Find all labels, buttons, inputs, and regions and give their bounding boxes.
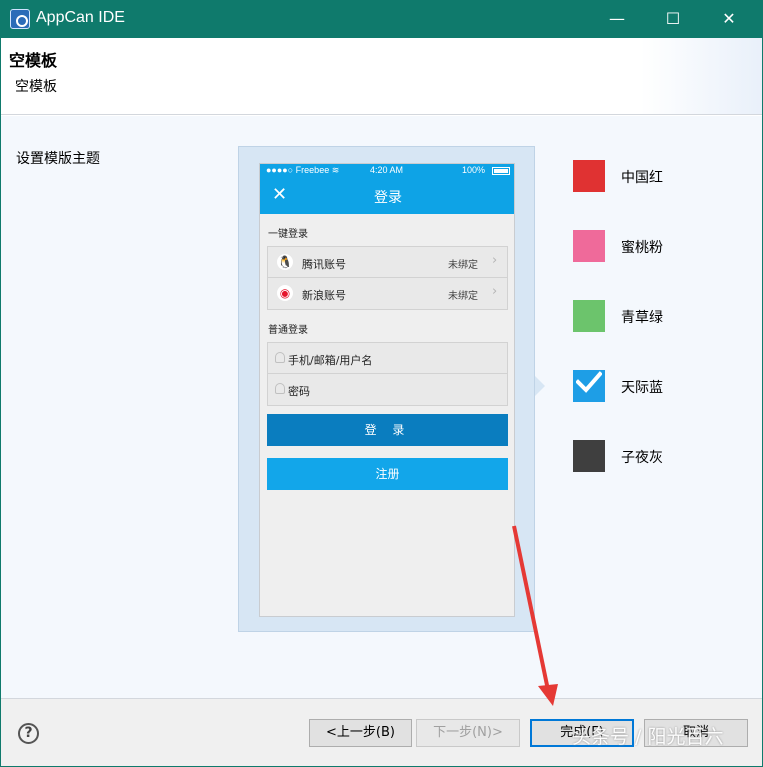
page-subtitle: 空模板	[15, 79, 57, 95]
appcan-logo-icon	[10, 9, 30, 29]
theme-label-blue: 天际蓝	[621, 380, 663, 396]
page-title: 空模板	[9, 51, 58, 70]
wizard-header: 空模板 空模板	[1, 38, 762, 115]
color-swatch	[573, 300, 605, 332]
watermark: 头条号 / 阳光百六	[572, 726, 724, 748]
maximize-button[interactable]: ☐	[646, 0, 700, 38]
preview-register-button: 注册	[267, 458, 508, 490]
phone-preview: ●●●●○ Freebee ≋ 4:20 AM 100% ✕ 登录 一键登录 🐧…	[259, 163, 515, 617]
weibo-icon: ◉	[277, 285, 293, 301]
list-item: ◉ 新浪账号 未绑定 ›	[268, 278, 507, 309]
login-form: 手机/邮箱/用户名 密码	[267, 342, 508, 406]
password-field: 密码	[268, 374, 507, 405]
theme-setting-label: 设置模版主题	[16, 151, 100, 167]
title-bar: AppCan IDE — ☐ ✕	[0, 0, 763, 38]
list-item: 🐧 腾讯账号 未绑定 ›	[268, 247, 507, 278]
wizard-content: 设置模版主题 ●●●●○ Freebee ≋ 4:20 AM 100% ✕ 登录…	[1, 116, 762, 698]
theme-label-red: 中国红	[621, 170, 663, 186]
close-button[interactable]: ✕	[702, 0, 756, 38]
status-battery-text: 100%	[462, 165, 486, 175]
account-status: 未绑定	[448, 291, 478, 302]
quick-login-label: 一键登录	[268, 229, 308, 240]
username-field: 手机/邮箱/用户名	[268, 343, 507, 374]
account-list: 🐧 腾讯账号 未绑定 › ◉ 新浪账号 未绑定 ›	[267, 246, 508, 310]
account-status: 未绑定	[448, 260, 478, 271]
account-label: 新浪账号	[302, 289, 346, 302]
status-carrier: ●●●●○ Freebee ≋	[266, 165, 340, 175]
color-swatch	[573, 160, 605, 192]
battery-icon	[492, 167, 510, 175]
checkmark-icon	[576, 371, 602, 393]
theme-preview: ●●●●○ Freebee ≋ 4:20 AM 100% ✕ 登录 一键登录 🐧…	[238, 146, 535, 632]
minimize-button[interactable]: —	[590, 0, 644, 38]
back-button[interactable]: <上一步(B)	[309, 719, 412, 747]
username-placeholder: 手机/邮箱/用户名	[288, 354, 373, 367]
status-time: 4:20 AM	[370, 165, 404, 175]
theme-label-pink: 蜜桃粉	[621, 240, 663, 256]
chevron-right-icon: ›	[492, 284, 498, 299]
theme-label-gray: 子夜灰	[621, 450, 663, 466]
window-title: AppCan IDE	[36, 9, 125, 26]
help-icon[interactable]: ?	[18, 723, 39, 744]
chevron-right-icon: ›	[492, 253, 498, 268]
phone-nav-bar: ✕ 登录	[260, 178, 514, 214]
theme-label-green: 青草绿	[621, 310, 663, 326]
account-label: 腾讯账号	[302, 258, 346, 271]
qq-icon: 🐧	[277, 254, 293, 270]
normal-login-label: 普通登录	[268, 325, 308, 336]
user-icon	[275, 352, 285, 363]
wizard-dialog: 空模板 空模板 设置模版主题 ●●●●○ Freebee ≋ 4:20 AM 1…	[1, 38, 762, 766]
color-swatch	[573, 440, 605, 472]
lock-icon	[275, 383, 285, 394]
preview-pointer	[535, 376, 545, 396]
next-button[interactable]: 下一步(N)>	[416, 719, 520, 747]
preview-login-button: 登 录	[267, 414, 508, 446]
phone-status-bar: ●●●●○ Freebee ≋ 4:20 AM 100%	[260, 164, 514, 178]
phone-nav-title: 登录	[374, 190, 402, 206]
color-swatch	[573, 230, 605, 262]
password-placeholder: 密码	[288, 385, 310, 398]
